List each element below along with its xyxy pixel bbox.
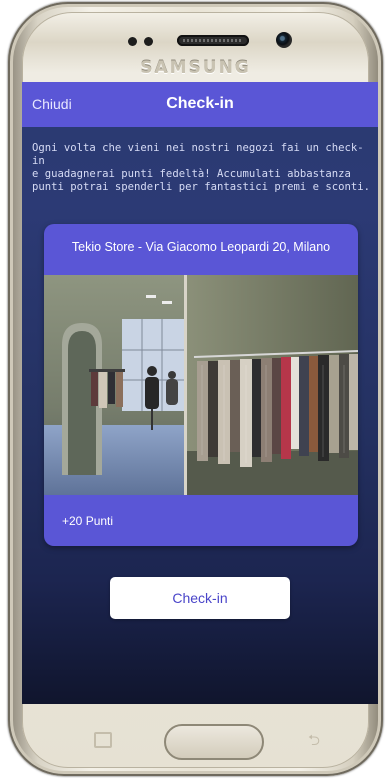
intro-text: Ogni volta che vieni nei nostri negozi f… — [32, 142, 371, 193]
app-screen: Chiudi Check-in Ogni volta che vieni nei… — [22, 82, 378, 704]
proximity-sensor — [128, 37, 137, 46]
navigation-bar: Chiudi Check-in — [22, 82, 378, 127]
check-in-button[interactable]: Check-in — [110, 577, 290, 619]
back-icon[interactable]: ⮌ — [308, 730, 320, 755]
store-name: Tekio Store - Via Giacomo Leopardi 20, M… — [71, 240, 331, 254]
earpiece-speaker — [177, 35, 249, 46]
recent-apps-icon[interactable] — [94, 732, 112, 748]
front-camera — [276, 32, 292, 48]
brand-logo: SAMSUNG — [140, 58, 251, 78]
store-card[interactable]: Tekio Store - Via Giacomo Leopardi 20, M… — [44, 224, 358, 546]
home-button[interactable] — [164, 724, 264, 760]
light-sensor — [144, 37, 153, 46]
store-photo — [44, 275, 358, 495]
page-title: Check-in — [166, 95, 234, 112]
points-reward: +20 Punti — [62, 514, 114, 528]
